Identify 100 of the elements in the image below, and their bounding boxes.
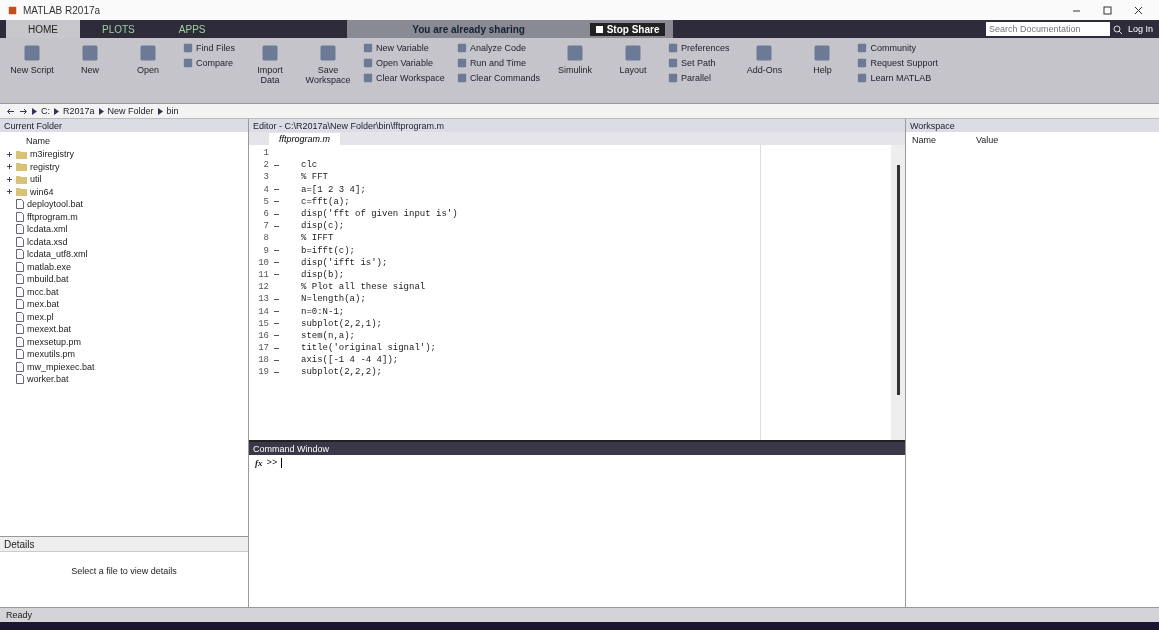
file-item[interactable]: lcdata.xml [4,223,244,236]
panel-title: Current Folder [4,120,63,131]
folder-item[interactable]: win64 [4,185,244,198]
tool-icon [456,58,467,68]
details-header[interactable]: Details [0,537,248,552]
toolstrip-button[interactable]: Learn MATLAB [856,72,939,84]
toolstrip-button[interactable]: Open Variable [362,57,446,69]
column-header[interactable]: Name [4,134,244,148]
toolstrip-button[interactable]: New Script [8,42,56,77]
expand-icon[interactable] [6,150,13,158]
toolstrip-button[interactable]: Import Data [246,42,294,87]
stop-share-button[interactable]: Stop Share [589,22,666,36]
line-number: 17 [257,343,269,354]
toolstrip-button[interactable]: Clear Workspace [362,72,446,84]
code-line: % IFFT [301,233,334,244]
folder-icon [16,187,27,197]
file-item[interactable]: deploytool.bat [4,198,244,211]
file-item[interactable]: mbuild.bat [4,273,244,286]
code-line: b=ifft(c); [301,245,355,256]
file-item[interactable]: worker.bat [4,373,244,386]
ribbon-tab[interactable]: HOME [6,20,80,38]
workspace-title: Workspace [910,120,955,131]
tool-icon [667,43,678,53]
window-title: MATLAB R2017a [23,4,101,16]
tool-icon [857,58,868,68]
file-item[interactable]: mw_mpiexec.bat [4,360,244,373]
column-header[interactable]: Name [912,135,936,145]
file-icon [16,374,24,385]
file-item[interactable]: mcc.bat [4,285,244,298]
function-browser-button[interactable]: fx [255,458,263,468]
code-line: N=length(a); [301,294,366,305]
file-item[interactable]: mexsetup.pm [4,335,244,348]
toolstrip-button[interactable]: Run and Time [455,57,541,69]
toolstrip-button[interactable]: Help [798,42,847,77]
file-item[interactable]: mexutils.pm [4,348,244,361]
toolstrip-button[interactable]: Simulink [550,42,599,77]
toolstrip-button[interactable]: Open [124,42,172,77]
toolstrip-button[interactable]: Preferences [666,42,731,54]
path-segment[interactable]: C: [41,106,50,116]
path-segment[interactable]: bin [166,106,179,116]
folder-item[interactable]: util [4,173,244,186]
toolstrip-button[interactable]: Save Workspace [304,42,352,87]
code-line: n=0:N-1; [301,306,345,317]
file-item[interactable]: lcdata_utf8.xml [4,248,244,261]
toolstrip-button[interactable]: Parallel [666,72,731,84]
toolstrip-button[interactable]: Add-Ons [740,42,789,77]
code-line: % FFT [301,172,328,183]
expand-icon[interactable] [6,188,13,196]
toolstrip-button[interactable]: Set Path [666,57,731,69]
file-item[interactable]: matlab.exe [4,260,244,273]
toolstrip-button[interactable]: Find Files [182,42,236,54]
code-line: subplot(2,2,1); [301,318,382,329]
ribbon-tab[interactable]: APPS [156,20,228,38]
maximize-icon[interactable] [1103,5,1112,15]
back-arrow-icon[interactable] [6,106,15,116]
search-icon[interactable] [1112,24,1122,34]
code-line: disp('fft of given input is') [301,209,458,220]
path-segment[interactable]: New Folder [107,106,154,116]
toolstrip-button[interactable]: New Variable [362,42,446,54]
close-icon[interactable] [1134,5,1143,15]
folder-item[interactable]: registry [4,160,244,173]
line-number: 3 [262,172,269,183]
toolstrip-button[interactable]: Community [856,42,939,54]
chevron-icon [157,107,163,115]
toolstrip-button[interactable]: Request Support [856,57,939,69]
editor-tab[interactable]: fftprogram.m [269,133,340,145]
folder-icon [16,174,27,184]
column-header[interactable]: Value [976,135,999,145]
ribbon-tab[interactable]: PLOTS [80,20,157,38]
status-text: Ready [6,610,32,620]
tool-icon [667,58,678,68]
forward-arrow-icon[interactable] [19,106,28,116]
editor-title: Editor - C:\R2017a\New Folder\bin\fftprogram.m [253,120,444,131]
tool-icon [565,44,584,62]
folder-item[interactable]: m3iregistry [4,148,244,161]
file-item[interactable]: lcdata.xsd [4,235,244,248]
toolstrip-button[interactable]: New [66,42,114,77]
search-field[interactable]: Search Documentation [985,22,1110,36]
expand-icon[interactable] [6,163,13,171]
folder-icon [16,162,27,172]
line-number: 6 [262,209,269,220]
code-line: c=fft(a); [301,196,350,207]
path-segment[interactable]: R2017a [63,106,95,116]
toolstrip-button[interactable]: Compare [182,57,236,69]
toolstrip-button[interactable]: Clear Commands [455,72,541,84]
tool-icon [667,73,678,83]
toolstrip-button[interactable]: Layout [608,42,657,77]
expand-icon[interactable] [6,175,13,183]
toolstrip-button[interactable]: Analyze Code [455,42,541,54]
text-cursor [281,458,283,468]
line-number: 14 [257,306,269,317]
file-item[interactable]: mex.pl [4,310,244,323]
scrollbar[interactable] [891,145,905,440]
file-item[interactable]: fftprogram.m [4,210,244,223]
chevron-icon [54,107,59,115]
app-logo-icon [8,5,17,15]
scrollbar-thumb[interactable] [896,165,900,395]
file-item[interactable]: mex.bat [4,298,244,311]
file-item[interactable]: mexext.bat [4,323,244,336]
login-button[interactable]: Log In [1121,20,1159,38]
